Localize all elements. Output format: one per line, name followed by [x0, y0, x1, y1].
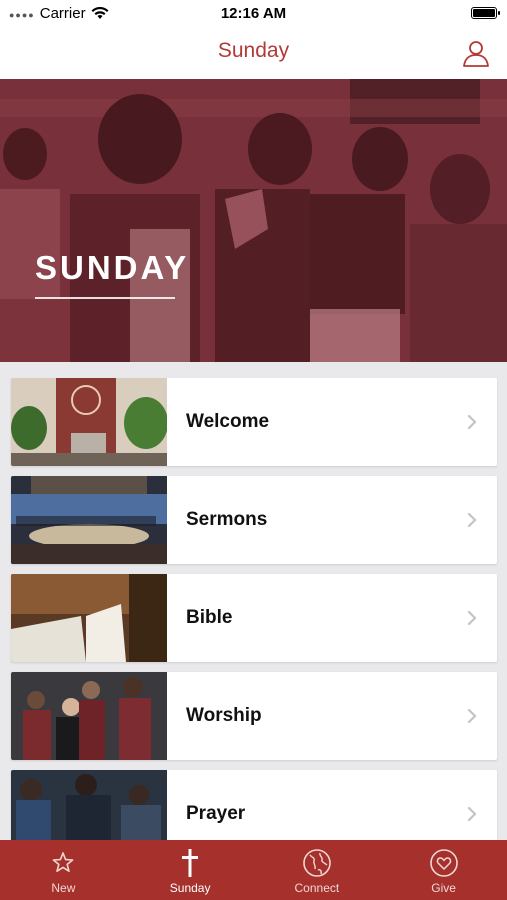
person-icon[interactable]	[461, 38, 491, 68]
list-item-label: Bible	[186, 607, 233, 628]
singers-image	[11, 672, 167, 760]
list-item-worship[interactable]: Worship	[11, 672, 497, 760]
hero-banner: SUNDAY	[0, 79, 507, 362]
cross-icon	[182, 849, 199, 877]
heart-icon	[429, 849, 458, 877]
list-item-label: Worship	[186, 705, 262, 726]
list-item-bible[interactable]: Bible	[11, 574, 497, 662]
page-title: Sunday	[217, 39, 290, 62]
tab-new[interactable]: New	[0, 840, 127, 900]
stage-image	[11, 476, 167, 564]
chevron-right-icon	[467, 708, 477, 724]
list-item-sermons[interactable]: Sermons	[11, 476, 497, 564]
tab-connect[interactable]: Connect	[254, 840, 381, 900]
chevron-right-icon	[467, 414, 477, 430]
star-icon	[52, 852, 74, 872]
list-item-label: Prayer	[186, 803, 246, 824]
list-item-label: Welcome	[186, 411, 270, 432]
battery-icon	[471, 7, 500, 19]
hero-heading: SUNDAY	[35, 249, 190, 286]
church-sign-image	[11, 378, 167, 466]
chevron-right-icon	[467, 806, 477, 822]
tab-sunday[interactable]: Sunday	[127, 840, 254, 900]
content-list: Welcome Sermons Bible Worship Prayer	[11, 378, 497, 868]
list-item-welcome[interactable]: Welcome	[11, 378, 497, 466]
chevron-right-icon	[467, 512, 477, 528]
tab-label: Connect	[294, 881, 340, 895]
chevron-right-icon	[467, 610, 477, 626]
list-item-label: Sermons	[186, 509, 268, 530]
hero-overlay	[0, 79, 507, 362]
navigation-bar: Sunday	[0, 28, 507, 80]
tab-give[interactable]: Give	[380, 840, 507, 900]
tab-bar: New Sunday Connect Give	[0, 840, 507, 900]
clock: 12:16 AM	[220, 5, 287, 22]
tab-label: Sunday	[169, 881, 211, 895]
tab-label: Give	[431, 881, 456, 895]
hero-underline	[35, 297, 175, 299]
tab-label: New	[51, 881, 76, 895]
globe-icon	[303, 849, 331, 877]
status-bar: ●●●● Carrier 12:16 AM	[0, 0, 507, 28]
open-bible-image	[11, 574, 167, 662]
